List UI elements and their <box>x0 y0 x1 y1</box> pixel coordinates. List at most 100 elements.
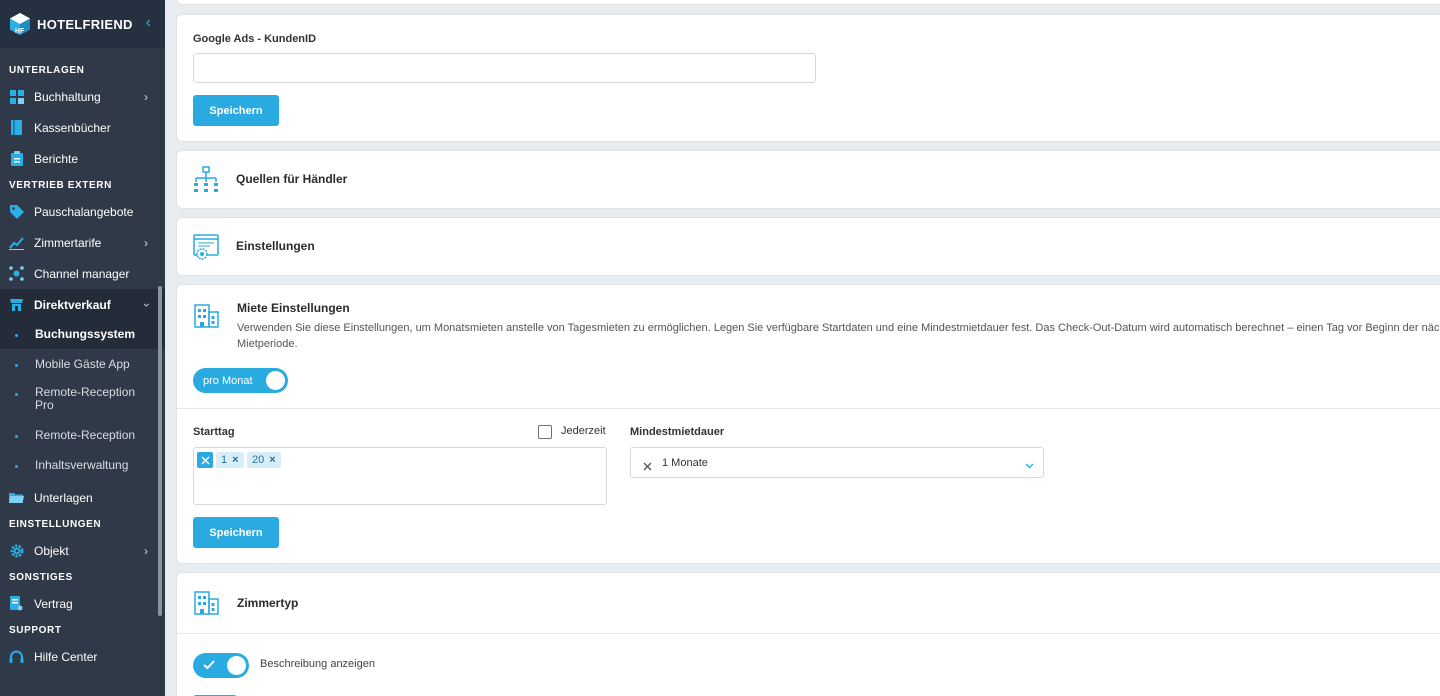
sidebar-item-label: Zimmertarife <box>34 235 102 250</box>
google-ads-card: Google Ads - KundenID Speichern <box>176 14 1440 142</box>
zimmertyp-title: Zimmertyp <box>237 596 299 610</box>
remove-tag-icon[interactable]: × <box>232 454 238 466</box>
bullet-icon <box>15 364 18 367</box>
beschreibung-toggle[interactable] <box>193 653 249 678</box>
jederzeit-label: Jederzeit <box>561 425 606 437</box>
sidebar: HF HOTELFRIEND ‹ UNTERLAGEN Buchhaltung … <box>0 0 165 696</box>
mindestmietdauer-select[interactable]: 1 Monate <box>630 447 1044 478</box>
hierarchy-icon <box>192 166 220 199</box>
einstellungen-card[interactable]: Einstellungen <box>176 217 1440 276</box>
sidebar-item-label: Channel manager <box>34 266 130 281</box>
remove-tag-icon[interactable]: × <box>269 454 275 466</box>
section-label-einstellungen: EINSTELLUNGEN <box>9 518 102 530</box>
starttag-label: Starttag <box>193 426 235 438</box>
bullet-icon <box>15 435 18 438</box>
sidebar-item-berichte[interactable]: Berichte <box>0 143 165 174</box>
brand-name: HOTELFRIEND <box>37 16 133 32</box>
clear-selection-icon[interactable] <box>643 458 652 476</box>
jederzeit-checkbox[interactable] <box>538 425 552 439</box>
contract-icon <box>9 596 24 611</box>
bullet-icon <box>15 334 18 337</box>
sidebar-item-channel-manager[interactable]: Channel manager <box>0 258 165 289</box>
miete-einstellungen-card: Miete Einstellungen Verwenden Sie diese … <box>176 284 1440 564</box>
bullet-icon <box>15 465 18 468</box>
sidebar-item-label: Objekt <box>34 543 69 558</box>
chevron-right-icon: › <box>144 90 148 104</box>
sidebar-subitem-inhaltsverwaltung[interactable]: Inhaltsverwaltung <box>0 452 165 482</box>
beschreibung-label: Beschreibung anzeigen <box>260 658 375 670</box>
sidebar-item-unterlagen[interactable]: Unterlagen <box>0 482 165 513</box>
sidebar-item-kassenbuecher[interactable]: Kassenbücher <box>0 112 165 143</box>
sidebar-item-label: Pauschalangebote <box>34 204 134 219</box>
main-content: Google Ads - KundenID Speichern Quellen … <box>165 0 1440 696</box>
sidebar-subitem-buchungssystem[interactable]: Buchungssystem <box>0 320 165 349</box>
chart-line-icon <box>9 235 24 250</box>
zimmertyp-divider <box>177 633 1440 634</box>
sidebar-item-label: Kassenbücher <box>34 120 111 135</box>
sidebar-item-hilfe-center[interactable]: Hilfe Center <box>0 641 165 672</box>
sidebar-item-label: Hilfe Center <box>34 649 98 664</box>
toggle-knob <box>266 371 285 390</box>
section-label-sonstiges: SONSTIGES <box>9 571 73 583</box>
shop-icon <box>9 297 24 312</box>
pro-monat-toggle[interactable]: pro Monat <box>193 368 288 393</box>
collapse-sidebar-icon[interactable]: ‹ <box>146 14 151 32</box>
clear-all-icon[interactable] <box>197 452 213 468</box>
mindestmietdauer-value: 1 Monate <box>662 457 708 469</box>
settings-window-icon <box>192 233 220 266</box>
miete-save-button[interactable]: Speichern <box>193 517 279 548</box>
bullet-icon <box>15 393 18 396</box>
miete-description-line-1: Verwenden Sie diese Einstellungen, um Mo… <box>237 322 1440 334</box>
pro-monat-toggle-label: pro Monat <box>203 374 253 387</box>
svg-text:HF: HF <box>15 28 25 35</box>
sidebar-item-label: Buchhaltung <box>34 89 101 104</box>
headset-icon <box>9 649 24 664</box>
chevron-down-icon: › <box>140 303 154 307</box>
miete-divider <box>177 408 1440 409</box>
starttag-multiselect[interactable]: 1 × 20 × <box>193 447 607 505</box>
clipboard-icon <box>9 151 24 166</box>
sidebar-item-zimmertarife[interactable]: Zimmertarife › <box>0 227 165 258</box>
hotelfriend-logo-icon: HF <box>9 12 31 36</box>
tag-icon <box>9 204 24 219</box>
quellen-title: Quellen für Händler <box>236 172 348 186</box>
section-label-unterlagen: UNTERLAGEN <box>9 64 85 76</box>
building-icon <box>192 301 220 334</box>
network-icon <box>9 266 24 281</box>
gear-icon <box>9 543 24 558</box>
sidebar-subitem-remote-reception[interactable]: Remote-Reception <box>0 422 165 452</box>
logo-bar: HF HOTELFRIEND ‹ <box>0 0 165 48</box>
miete-description-line-2: Mietperiode. <box>237 338 298 350</box>
google-ads-kundenid-input[interactable] <box>193 53 816 83</box>
toggle-knob <box>227 656 246 675</box>
starttag-tag: 1 × <box>216 452 244 468</box>
chevron-right-icon: › <box>144 544 148 558</box>
dashboard-grid-icon <box>9 89 24 104</box>
einstellungen-title: Einstellungen <box>236 239 315 253</box>
sidebar-item-direktverkauf[interactable]: Direktverkauf › <box>0 289 165 320</box>
check-icon <box>203 659 215 673</box>
zimmertyp-card: Zimmertyp Beschreibung anzeigen <box>176 572 1440 696</box>
sidebar-subitem-remote-reception-pro[interactable]: Remote-Reception Pro <box>0 378 165 422</box>
quellen-card[interactable]: Quellen für Händler <box>176 150 1440 209</box>
sidebar-item-label: Berichte <box>34 151 79 166</box>
sidebar-item-label: Vertrag <box>34 596 73 611</box>
sidebar-item-pauschalangebote[interactable]: Pauschalangebote <box>0 196 165 227</box>
mindestmietdauer-label: Mindestmietdauer <box>630 426 725 438</box>
sidebar-subitem-mobile-gaeste-app[interactable]: Mobile Gäste App <box>0 349 165 378</box>
sidebar-item-buchhaltung[interactable]: Buchhaltung › <box>0 81 165 112</box>
chevron-down-icon <box>1025 457 1034 475</box>
google-ads-label: Google Ads - KundenID <box>193 33 317 45</box>
section-label-support: SUPPORT <box>9 624 62 636</box>
sidebar-item-objekt[interactable]: Objekt › <box>0 535 165 566</box>
sidebar-item-label: Direktverkauf <box>34 297 111 312</box>
building-icon <box>192 588 220 621</box>
folder-icon <box>9 490 24 505</box>
sidebar-item-vertrag[interactable]: Vertrag <box>0 588 165 619</box>
section-label-vertrieb-extern: VERTRIEB EXTERN <box>9 179 112 191</box>
chevron-right-icon: › <box>144 236 148 250</box>
miete-title: Miete Einstellungen <box>237 301 350 315</box>
google-ads-save-button[interactable]: Speichern <box>193 95 279 126</box>
sidebar-scrollbar[interactable] <box>158 286 162 616</box>
previous-card <box>176 0 1440 5</box>
